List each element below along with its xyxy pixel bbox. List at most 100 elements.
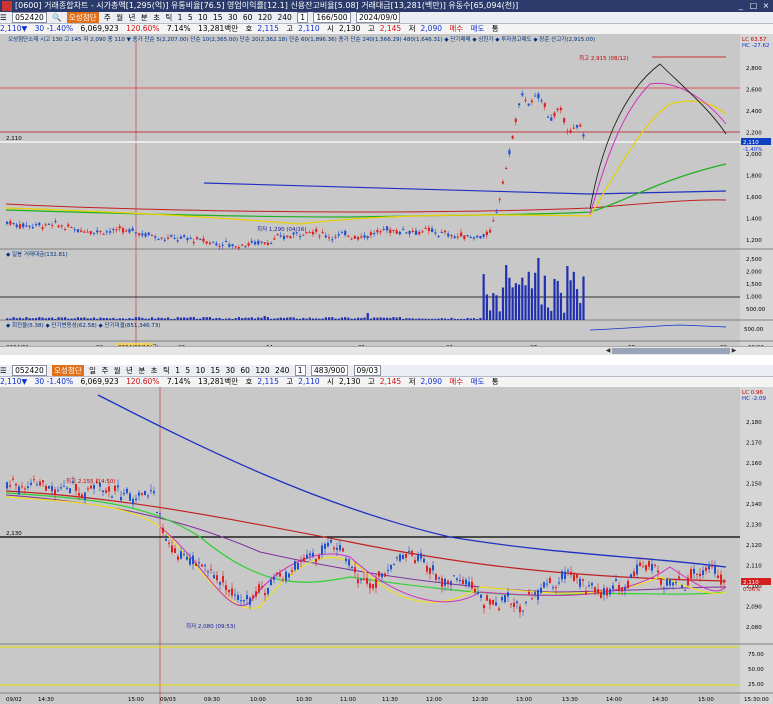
top-candle [505, 167, 508, 169]
bottom-interval-1[interactable]: 1 [175, 365, 180, 376]
top-sell-button[interactable]: 매도 [471, 24, 485, 33]
bottom-period-day[interactable]: 일 [89, 365, 96, 376]
top-last: 2,090 [420, 24, 442, 33]
bottom-candle [321, 545, 323, 555]
bottom-candle [183, 553, 185, 555]
bottom-period-tick[interactable]: 틱 [163, 365, 170, 376]
top-candle [356, 237, 360, 240]
bottom-candle [198, 562, 200, 564]
bottom-high: 2,110 [298, 377, 320, 386]
bottom-candle [459, 579, 461, 582]
top-volume-bar [125, 318, 128, 320]
bottom-period-week[interactable]: 주 [101, 365, 108, 376]
top-candle [460, 232, 463, 237]
bottom-extra-button[interactable]: 통 [492, 377, 499, 386]
top-period-minute[interactable]: 분 [141, 12, 148, 23]
bottom-period-second[interactable]: 초 [151, 365, 158, 376]
top-candle [205, 241, 208, 244]
top-volume-bar [498, 311, 501, 320]
top-interval-10[interactable]: 10 [198, 12, 208, 23]
bottom-interval-30[interactable]: 30 [225, 365, 235, 376]
top-candle [237, 247, 241, 249]
scroll-right-icon[interactable]: ▶ [730, 347, 738, 355]
bottom-candle [315, 559, 317, 563]
bottom-candle [231, 588, 233, 596]
bottom-interval-10[interactable]: 10 [196, 365, 206, 376]
chart-tool-icon-2[interactable]: ☰ [0, 365, 7, 376]
bottom-candle [588, 585, 590, 587]
bottom-period-minute[interactable]: 분 [138, 365, 145, 376]
top-volume-bar [360, 318, 363, 320]
top-interval-240[interactable]: 240 [277, 12, 291, 23]
minimize-button[interactable]: _ [736, 0, 746, 12]
scroll-left-icon[interactable]: ◀ [604, 347, 612, 355]
app-icon [2, 1, 12, 11]
bottom-candle [399, 554, 401, 561]
top-candle [360, 236, 363, 238]
top-interval-1[interactable]: 1 [178, 12, 183, 23]
bottom-candle [294, 561, 296, 570]
daily-chart[interactable]: 오성첨단소재 시고 130 고 145 저 2,090 종 110 ▼ 종가 단… [0, 34, 773, 352]
top-candle [12, 222, 15, 224]
top-interval-15[interactable]: 15 [213, 12, 223, 23]
search-icon[interactable]: 🔍 [52, 12, 61, 23]
top-period-tick[interactable]: 틱 [165, 12, 172, 23]
bottom-candle [66, 487, 68, 489]
top-candle [96, 230, 99, 233]
top-volume-bar [250, 317, 253, 320]
bottom-code-input[interactable]: 052420 [12, 365, 47, 376]
top-price-tag: 2,110 [743, 140, 759, 146]
top-period-second[interactable]: 초 [153, 12, 160, 23]
top-scrollbar[interactable]: ◀ ▶ [0, 346, 773, 355]
bottom-interval-60[interactable]: 60 [240, 365, 250, 376]
top-chart-area[interactable]: 오성첨단소재 시고 130 고 145 저 2,090 종 110 ▼ 종가 단… [0, 34, 773, 352]
bottom-candle [261, 586, 263, 588]
top-stock-name[interactable]: 오성첨단 [66, 12, 99, 23]
top-volume-bar [60, 317, 63, 320]
top-period-day[interactable]: 주 [104, 12, 111, 23]
bottom-candle [564, 571, 566, 579]
bottom-interval-15[interactable]: 15 [211, 365, 221, 376]
top-buy-button[interactable]: 매수 [449, 24, 463, 33]
bottom-interval-240[interactable]: 240 [275, 365, 289, 376]
top-candle [253, 241, 257, 245]
top-candle [241, 244, 244, 246]
top-period-week[interactable]: 월 [116, 12, 123, 23]
bottom-y-tick-label: 2,120 [746, 543, 762, 549]
top-candle [195, 237, 199, 240]
top-y-tick-label: 2,800 [746, 66, 762, 72]
top-date-input[interactable]: 2024/09/0 [355, 12, 401, 23]
bottom-candle [534, 592, 536, 595]
close-button[interactable]: × [761, 0, 771, 12]
top-extra-button[interactable]: 통 [492, 24, 499, 33]
top-volume-bar [231, 318, 234, 320]
top-interval-120[interactable]: 120 [258, 12, 272, 23]
top-change: 30 -1.40% [34, 24, 74, 33]
top-period-month[interactable]: 년 [128, 12, 135, 23]
bottom-count-input[interactable]: 1 [294, 365, 306, 376]
bottom-candle [699, 573, 701, 577]
bottom-sell-button[interactable]: 매도 [471, 377, 485, 386]
bottom-interval-5[interactable]: 5 [185, 365, 190, 376]
bottom-stock-name[interactable]: 오성첨단 [52, 365, 84, 376]
maximize-button[interactable]: □ [748, 0, 758, 12]
top-scroll-thumb[interactable] [612, 348, 730, 354]
top-interval-5[interactable]: 5 [188, 12, 193, 23]
top-volume-bar [266, 317, 270, 320]
chart-tool-icon[interactable]: ☰ [0, 12, 7, 23]
top-volume-bar [472, 318, 476, 320]
top-code-input[interactable]: 052420 [12, 12, 47, 23]
bottom-period-year[interactable]: 년 [126, 365, 133, 376]
bottom-date-input[interactable]: 09/03 [353, 365, 382, 376]
top-interval-30[interactable]: 30 [228, 12, 238, 23]
top-candle [405, 232, 408, 234]
bottom-buy-button[interactable]: 매수 [449, 377, 463, 386]
top-count-input[interactable]: 1 [297, 12, 308, 23]
top-volume-bar [295, 318, 298, 320]
top-volume-bar [546, 307, 550, 320]
top-interval-60[interactable]: 60 [243, 12, 253, 23]
minute-chart[interactable]: 2,130 최고 2,155 (14:50) 최저 2,080 (09:53) … [0, 387, 773, 704]
bottom-period-month[interactable]: 월 [114, 365, 121, 376]
bottom-chart-area[interactable]: 2,130 최고 2,155 (14:50) 최저 2,080 (09:53) … [0, 387, 773, 704]
bottom-interval-120[interactable]: 120 [255, 365, 269, 376]
